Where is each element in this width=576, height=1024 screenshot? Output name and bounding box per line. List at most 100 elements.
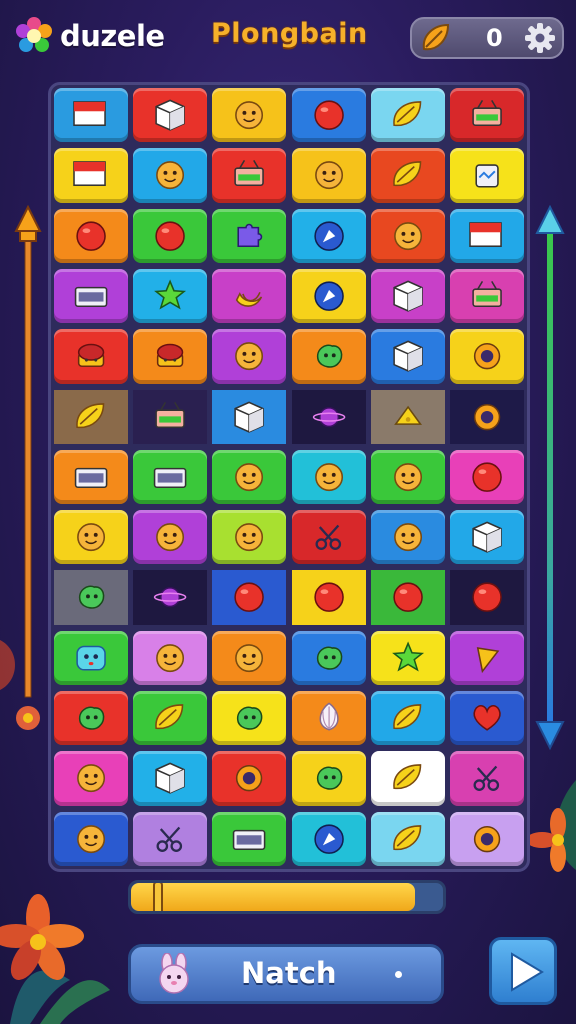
game-tile[interactable] (133, 148, 208, 203)
box-icon (392, 280, 423, 312)
game-tile[interactable] (54, 88, 129, 143)
match-button[interactable]: Natch (128, 944, 444, 1004)
game-tile[interactable] (449, 208, 524, 263)
game-tile[interactable] (212, 268, 287, 324)
progress-knob (153, 883, 163, 911)
puzzle-icon (237, 223, 263, 247)
game-tile[interactable] (370, 691, 445, 746)
game-tile[interactable] (370, 389, 445, 444)
game-tile[interactable] (133, 751, 208, 806)
game-tile[interactable] (449, 570, 524, 625)
play-icon (511, 952, 544, 992)
game-tile[interactable] (370, 88, 445, 143)
smiley-icon (393, 463, 422, 491)
game-tile[interactable] (449, 268, 524, 324)
game-tile[interactable] (291, 268, 366, 324)
game-tile[interactable] (133, 630, 208, 686)
game-tile[interactable] (54, 208, 129, 263)
right-arrow-indicator (535, 205, 565, 750)
game-tile[interactable] (212, 449, 287, 505)
card-icon (153, 467, 187, 488)
game-tile[interactable] (212, 691, 287, 746)
game-tile[interactable] (54, 510, 129, 565)
star-icon (391, 641, 424, 672)
blob-icon (237, 706, 263, 730)
game-tile[interactable] (370, 751, 445, 806)
game-tile[interactable] (291, 630, 366, 686)
game-tile[interactable] (133, 208, 208, 263)
game-tile[interactable] (54, 751, 129, 806)
game-tile[interactable] (449, 148, 524, 203)
box-icon (155, 762, 185, 795)
game-tile[interactable] (54, 630, 129, 686)
play-button[interactable] (489, 937, 557, 1005)
game-tile[interactable] (291, 88, 366, 143)
game-tile[interactable] (133, 811, 208, 866)
leaf-icon (155, 704, 184, 730)
game-tile[interactable] (449, 691, 524, 746)
game-tile[interactable] (133, 691, 208, 746)
gear-icon[interactable] (524, 22, 556, 54)
game-tile[interactable] (212, 148, 287, 203)
smiley-icon (156, 161, 185, 190)
game-tile[interactable] (212, 329, 287, 384)
game-tile[interactable] (370, 268, 445, 324)
game-tile[interactable] (133, 449, 208, 505)
game-tile[interactable] (291, 449, 366, 505)
game-tile[interactable] (54, 148, 129, 203)
game-tile[interactable] (133, 268, 208, 324)
game-tile[interactable] (449, 329, 524, 384)
game-tile[interactable] (54, 691, 129, 746)
game-tile[interactable] (291, 329, 366, 384)
game-tile[interactable] (54, 329, 129, 384)
game-tile[interactable] (133, 389, 208, 444)
game-tile[interactable] (449, 510, 524, 565)
game-tile[interactable] (291, 208, 366, 263)
ring-icon (473, 403, 501, 430)
game-tile[interactable] (212, 208, 287, 263)
progress-fill (131, 883, 415, 911)
game-tile[interactable] (212, 389, 287, 444)
game-tile[interactable] (370, 208, 445, 263)
game-tile[interactable] (449, 811, 524, 866)
smiley-icon (314, 463, 343, 491)
game-tile[interactable] (54, 268, 129, 324)
game-tile[interactable] (54, 389, 129, 444)
game-tile[interactable] (212, 510, 287, 565)
game-tile[interactable] (291, 691, 366, 746)
game-tile[interactable] (212, 811, 287, 866)
score-value: 0 (486, 24, 503, 52)
game-tile[interactable] (291, 570, 366, 625)
game-tile[interactable] (370, 630, 445, 686)
game-tile[interactable] (212, 570, 287, 625)
game-tile[interactable] (291, 389, 366, 444)
game-tile[interactable] (370, 148, 445, 203)
game-tile[interactable] (54, 570, 129, 625)
game-tile[interactable] (212, 88, 287, 143)
game-tile[interactable] (133, 570, 208, 625)
game-tile[interactable] (54, 449, 129, 505)
game-board (48, 82, 530, 872)
game-tile[interactable] (449, 630, 524, 686)
scissors-icon (156, 826, 183, 852)
smiley-icon (77, 523, 106, 552)
game-tile[interactable] (449, 88, 524, 143)
game-tile[interactable] (291, 510, 366, 565)
game-tile[interactable] (449, 751, 524, 806)
game-tile[interactable] (291, 148, 366, 203)
game-tile[interactable] (133, 510, 208, 565)
game-tile[interactable] (212, 630, 287, 686)
game-tile[interactable] (449, 449, 524, 505)
game-tile[interactable] (370, 510, 445, 565)
game-tile[interactable] (370, 811, 445, 866)
game-tile[interactable] (449, 389, 524, 444)
game-tile[interactable] (291, 811, 366, 866)
game-tile[interactable] (133, 329, 208, 384)
game-tile[interactable] (370, 449, 445, 505)
game-tile[interactable] (54, 811, 129, 866)
game-tile[interactable] (291, 751, 366, 806)
game-tile[interactable] (370, 570, 445, 625)
game-tile[interactable] (133, 88, 208, 143)
game-tile[interactable] (370, 329, 445, 384)
game-tile[interactable] (212, 751, 287, 806)
